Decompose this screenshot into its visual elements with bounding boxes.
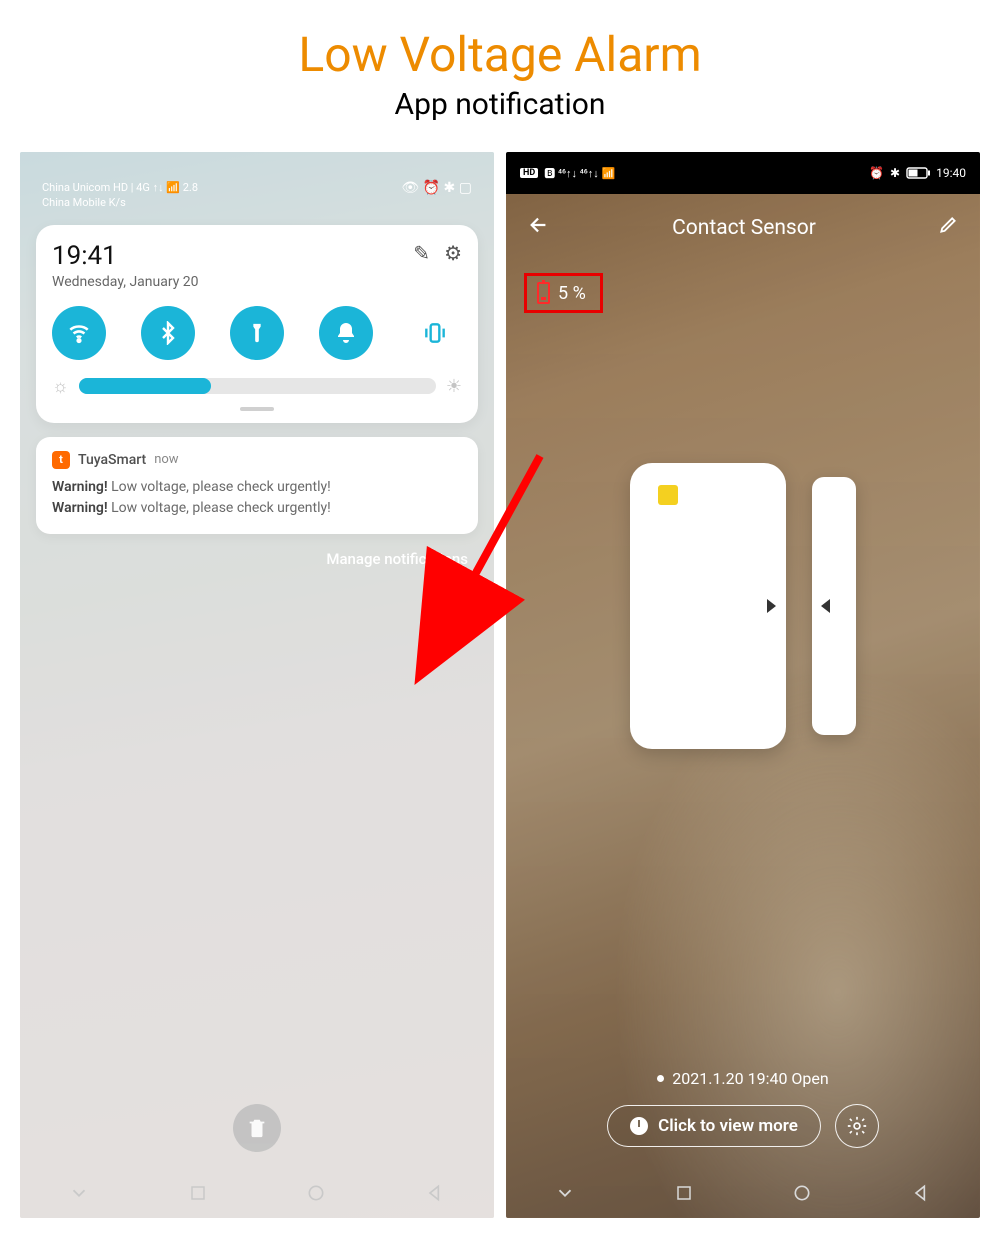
notification-shade-screenshot: China Unicom HD | 4G ↑↓ 📶 2.8 China Mobi… (20, 152, 494, 1218)
page-title: Low Voltage Alarm (0, 0, 1000, 87)
nav-down-button[interactable] (68, 1182, 90, 1204)
gear-icon[interactable]: ⚙ (444, 241, 462, 265)
nav-bar (20, 1168, 494, 1218)
brightness-low-icon: ☼ (52, 376, 69, 397)
nav-back-button[interactable] (910, 1182, 932, 1204)
clock-date: Wednesday, January 20 (52, 274, 199, 290)
event-text: 2021.1.20 19:40 Open (672, 1069, 828, 1088)
bullet-icon (657, 1075, 664, 1082)
sensor-device-graphic (506, 463, 980, 749)
status-time: 19:40 (936, 166, 966, 180)
alarm-icon: ⏰ (869, 166, 884, 180)
nav-down-button[interactable] (554, 1182, 576, 1204)
nav-recent-button[interactable] (673, 1182, 695, 1204)
notification-timestamp: now (154, 452, 178, 467)
nav-recent-button[interactable] (187, 1182, 209, 1204)
battery-level-box: 5 % (524, 273, 603, 313)
vibrate-toggle[interactable] (408, 306, 462, 360)
clock-time: 19:41 (52, 241, 199, 271)
back-button[interactable] (528, 214, 550, 241)
flashlight-toggle[interactable] (230, 306, 284, 360)
quick-settings-card: 19:41 Wednesday, January 20 ✎ ⚙ (36, 225, 478, 423)
bluetooth-icon: ✱ (890, 166, 900, 180)
battery-percent: 5 % (558, 283, 586, 304)
status-bar: HD 🅱 ⁴⁶↑↓ ⁴⁶↑↓ 📶 ⏰ ✱ 19:40 (506, 152, 980, 194)
arrow-right-icon (767, 599, 776, 613)
battery-low-icon (537, 282, 550, 304)
sensor-main-body (630, 463, 786, 749)
carrier-text: China Unicom HD | 4G ↑↓ 📶 2.8 China Mobi… (42, 180, 198, 211)
nav-bar (506, 1168, 980, 1218)
wifi-toggle[interactable] (52, 306, 106, 360)
sensor-app-screenshot: HD 🅱 ⁴⁶↑↓ ⁴⁶↑↓ 📶 ⏰ ✱ 19:40 Contact Senso… (506, 152, 980, 1218)
status-bar: China Unicom HD | 4G ↑↓ 📶 2.8 China Mobi… (20, 152, 494, 225)
notification-line-1: Warning! Low voltage, please check urgen… (52, 477, 462, 499)
notification-app-name: TuyaSmart (78, 452, 146, 468)
settings-button[interactable] (835, 1104, 879, 1148)
status-icons: 👁 ⏰ ✱ ▢ (401, 180, 472, 196)
page-subtitle: App notification (0, 87, 1000, 152)
nav-back-button[interactable] (424, 1182, 446, 1204)
edit-icon[interactable] (938, 215, 958, 240)
bluetooth-toggle[interactable] (141, 306, 195, 360)
manage-notifications-link[interactable]: Manage notifications (46, 550, 468, 568)
brightness-slider[interactable] (79, 378, 436, 394)
notification-line-2: Warning! Low voltage, please check urgen… (52, 498, 462, 520)
tuya-app-icon: t (52, 451, 70, 469)
notifications-toggle[interactable] (319, 306, 373, 360)
nav-home-button[interactable] (305, 1182, 327, 1204)
battery-icon (906, 167, 930, 179)
brightness-high-icon: ☀ (446, 376, 462, 397)
last-event-line: 2021.1.20 19:40 Open (657, 1069, 828, 1088)
arrow-left-icon (821, 599, 830, 613)
clock-icon (630, 1117, 648, 1135)
clear-all-button[interactable] (233, 1104, 281, 1152)
screen-title: Contact Sensor (672, 216, 816, 240)
view-more-button[interactable]: Click to view more (607, 1105, 821, 1147)
sensor-magnet (812, 477, 856, 735)
edit-icon[interactable]: ✎ (413, 241, 430, 265)
drag-handle[interactable] (240, 407, 274, 411)
notification-card[interactable]: t TuyaSmart now Warning! Low voltage, pl… (36, 437, 478, 534)
sensor-led-icon (658, 485, 678, 505)
signal-icons: 🅱 ⁴⁶↑↓ ⁴⁶↑↓ 📶 (544, 165, 615, 181)
hd-badge: HD (520, 168, 538, 178)
nav-home-button[interactable] (791, 1182, 813, 1204)
